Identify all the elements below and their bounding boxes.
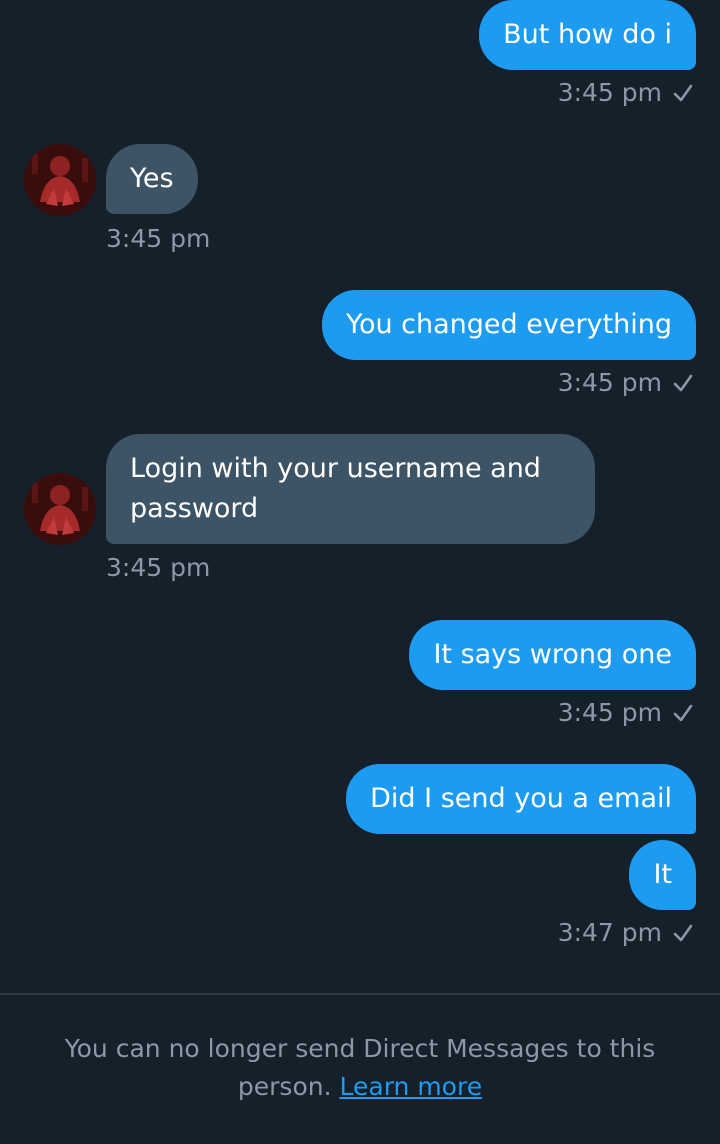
check-icon <box>673 84 693 102</box>
timestamp-text: 3:45 pm <box>106 224 211 253</box>
timestamp-text: 3:45 pm <box>557 78 662 107</box>
message-timestamp: 3:45 pm <box>558 78 694 108</box>
message-timestamp: 3:45 pm <box>106 224 210 254</box>
sent-message-bubble[interactable]: Did I send you a email <box>346 764 696 834</box>
notice-text-continued: person. Learn more <box>0 1068 720 1106</box>
sent-message-bubble[interactable]: It says wrong one <box>409 620 696 690</box>
message-timestamp: 3:47 pm <box>558 918 694 948</box>
notice-text-end: person. <box>237 1072 332 1101</box>
notice-text: You can no longer send Direct Messages t… <box>64 1034 656 1063</box>
message-timestamp: 3:45 pm <box>558 368 694 398</box>
sent-message-bubble[interactable]: It <box>629 840 696 910</box>
dm-disabled-notice: You can no longer send Direct Messages t… <box>0 1030 720 1106</box>
contact-avatar[interactable] <box>24 144 96 216</box>
message-timestamp: 3:45 pm <box>558 698 694 728</box>
composer-divider <box>0 993 720 995</box>
avatar-image <box>24 144 96 216</box>
sent-message-bubble[interactable]: But how do i <box>479 0 696 70</box>
timestamp-text: 3:45 pm <box>557 698 662 727</box>
check-icon <box>673 704 693 722</box>
timestamp-text: 3:47 pm <box>557 918 662 947</box>
learn-more-link[interactable]: Learn more <box>340 1072 483 1101</box>
timestamp-text: 3:45 pm <box>557 368 662 397</box>
message-timestamp: 3:45 pm <box>106 553 210 583</box>
message-thread: But how do i 3:45 pm Yes 3:45 pm You cha… <box>0 0 720 992</box>
timestamp-text: 3:45 pm <box>106 553 211 582</box>
avatar-image <box>24 473 96 545</box>
contact-avatar[interactable] <box>24 473 96 545</box>
received-message-bubble[interactable]: Yes <box>106 144 198 214</box>
received-message-bubble[interactable]: Login with your username and password <box>106 434 595 544</box>
check-icon <box>673 924 693 942</box>
sent-message-bubble[interactable]: You changed everything <box>322 290 696 360</box>
check-icon <box>673 374 693 392</box>
